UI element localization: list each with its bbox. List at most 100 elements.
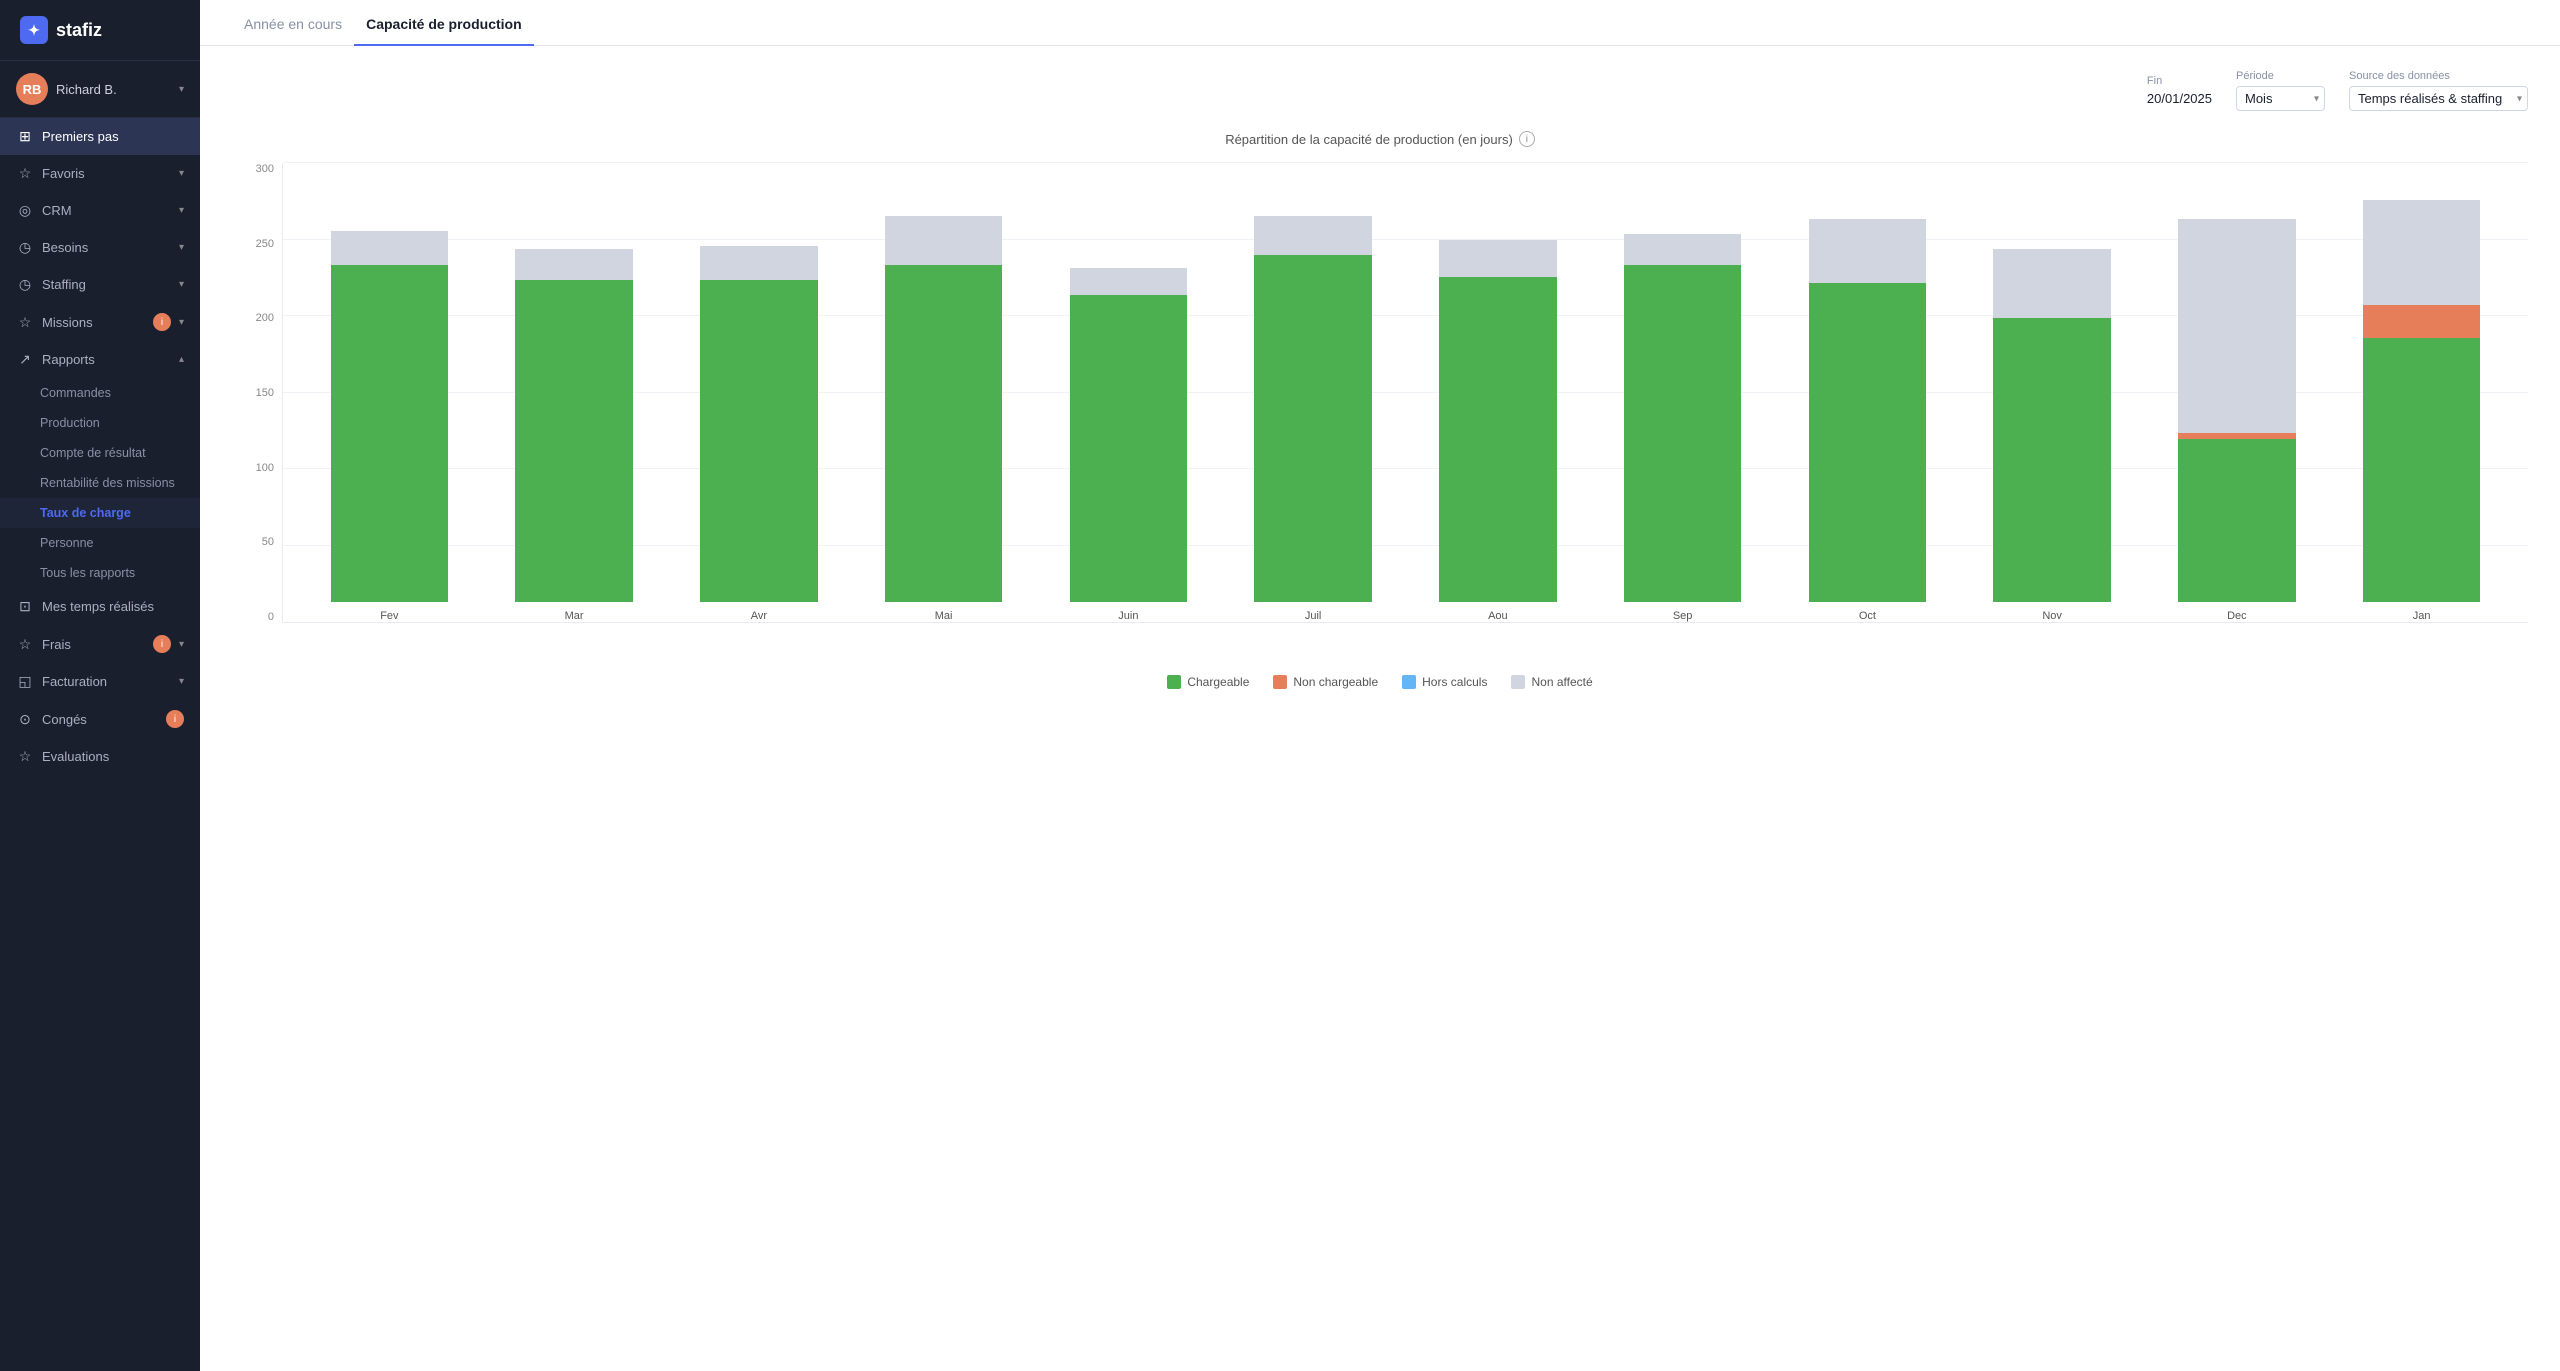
bar-seg-non-affecte <box>515 249 632 280</box>
chevron-down-icon: ▾ <box>179 317 184 328</box>
bar-stack <box>1809 219 1926 602</box>
legend-color-hors-calculs <box>1402 675 1416 689</box>
source-select[interactable]: Temps réalisés & staffing Temps réalisés… <box>2349 86 2528 111</box>
bar-seg-chargeable <box>1254 255 1371 602</box>
bar-seg-chargeable <box>1070 295 1187 602</box>
bar-seg-chargeable <box>515 280 632 602</box>
bar-group: Dec <box>2147 219 2328 622</box>
sidebar-item-label: Evaluations <box>42 749 184 764</box>
tab-annee[interactable]: Année en cours <box>232 0 354 46</box>
sidebar-item-favoris[interactable]: ☆ Favoris ▾ <box>0 155 200 192</box>
periode-select-wrapper[interactable]: Mois Semaine Trimestre <box>2236 86 2325 111</box>
clock-icon: ◷ <box>16 239 34 256</box>
circle-icon: ◎ <box>16 202 34 219</box>
chevron-down-icon: ▾ <box>179 676 184 687</box>
legend-hors-calculs: Hors calculs <box>1402 675 1487 689</box>
legend-non-chargeable: Non chargeable <box>1273 675 1378 689</box>
bar-stack <box>2178 219 2295 602</box>
sidebar-sub-item-tous-rapports[interactable]: Tous les rapports <box>0 558 200 588</box>
temps-icon: ⊡ <box>16 598 34 615</box>
sidebar-item-premiers-pas[interactable]: ⊞ Premiers pas <box>0 118 200 155</box>
fin-value: 20/01/2025 <box>2147 91 2212 106</box>
star-icon: ☆ <box>16 165 34 182</box>
app-logo: ✦ stafiz <box>0 0 200 61</box>
frais-badge: i <box>153 635 171 653</box>
sidebar-item-evaluations[interactable]: ☆ Evaluations <box>0 738 200 775</box>
chevron-down-icon: ▾ <box>179 84 184 95</box>
chevron-down-icon: ▾ <box>179 168 184 179</box>
sidebar-item-staffing[interactable]: ◷ Staffing ▾ <box>0 266 200 303</box>
sidebar-item-label: Mes temps réalisés <box>42 599 184 614</box>
sidebar-sub-item-compte-resultat[interactable]: Compte de résultat <box>0 438 200 468</box>
bar-month-label: Juil <box>1305 610 1322 622</box>
user-profile[interactable]: RB Richard B. ▾ <box>0 61 200 118</box>
bar-group: Juin <box>1038 268 1219 622</box>
y-label: 100 <box>256 462 274 474</box>
sidebar-item-rapports[interactable]: ↗ Rapports ▴ <box>0 341 200 378</box>
y-axis: 300250200150100500 <box>232 163 282 623</box>
sidebar-item-label: Missions <box>42 315 145 330</box>
bar-stack <box>1993 249 2110 602</box>
sidebar-item-crm[interactable]: ◎ CRM ▾ <box>0 192 200 229</box>
sidebar-item-missions[interactable]: ☆ Missions i ▾ <box>0 303 200 341</box>
bar-group: Jan <box>2331 200 2512 622</box>
source-select-wrapper[interactable]: Temps réalisés & staffing Temps réalisés… <box>2349 86 2528 111</box>
y-label: 200 <box>256 312 274 324</box>
grid-icon: ⊞ <box>16 128 34 145</box>
sidebar-item-label: Congés <box>42 712 158 727</box>
bar-stack <box>1439 240 1556 602</box>
avatar: RB <box>16 73 48 105</box>
conges-icon: ⊙ <box>16 711 34 728</box>
bar-seg-non-affecte <box>1809 219 1926 283</box>
chart-legend: Chargeable Non chargeable Hors calculs N… <box>232 675 2528 689</box>
sidebar-sub-item-taux-charge[interactable]: Taux de charge <box>0 498 200 528</box>
sidebar-sub-item-commandes[interactable]: Commandes <box>0 378 200 408</box>
periode-select[interactable]: Mois Semaine Trimestre <box>2236 86 2325 111</box>
bar-group: Juil <box>1223 216 1404 622</box>
sidebar-item-label: Besoins <box>42 240 171 255</box>
sidebar-sub-item-rentabilite[interactable]: Rentabilité des missions <box>0 468 200 498</box>
bar-group: Fev <box>299 231 480 622</box>
logo-icon: ✦ <box>20 16 48 44</box>
bar-month-label: Nov <box>2042 610 2062 622</box>
bar-stack <box>1254 216 1371 602</box>
bar-seg-chargeable <box>1993 318 2110 602</box>
bar-seg-chargeable <box>700 280 817 602</box>
bar-stack <box>700 246 817 602</box>
bar-month-label: Oct <box>1859 610 1876 622</box>
sidebar-item-mes-temps[interactable]: ⊡ Mes temps réalisés <box>0 588 200 625</box>
bar-seg-non-affecte <box>1993 249 2110 318</box>
bar-stack <box>331 231 448 602</box>
bar-stack <box>885 216 1002 602</box>
legend-chargeable: Chargeable <box>1167 675 1249 689</box>
sidebar-item-conges[interactable]: ⊙ Congés i <box>0 700 200 738</box>
rapports-icon: ↗ <box>16 351 34 368</box>
info-icon: i <box>1519 131 1535 147</box>
tab-capacite[interactable]: Capacité de production <box>354 0 534 46</box>
chart-title: Répartition de la capacité de production… <box>232 131 2528 147</box>
sidebar-item-frais[interactable]: ☆ Frais i ▾ <box>0 625 200 663</box>
people-icon: ◷ <box>16 276 34 293</box>
y-label: 150 <box>256 387 274 399</box>
bar-chart: 300250200150100500FevMarAvrMaiJuinJuilAo… <box>232 163 2528 659</box>
sidebar-item-besoins[interactable]: ◷ Besoins ▾ <box>0 229 200 266</box>
source-label: Source des données <box>2349 70 2528 82</box>
legend-color-non-affecte <box>1511 675 1525 689</box>
legend-color-non-chargeable <box>1273 675 1287 689</box>
missions-icon: ☆ <box>16 314 34 331</box>
legend-non-affecte: Non affecté <box>1511 675 1592 689</box>
chart-container: Fin 20/01/2025 Période Mois Semaine Trim… <box>200 46 2560 1371</box>
bar-month-label: Dec <box>2227 610 2247 622</box>
bar-seg-non-affecte <box>1070 268 1187 296</box>
sidebar-sub-item-production[interactable]: Production <box>0 408 200 438</box>
sidebar-item-facturation[interactable]: ◱ Facturation ▾ <box>0 663 200 700</box>
tabs-bar: Année en cours Capacité de production <box>200 0 2560 46</box>
y-label: 250 <box>256 238 274 250</box>
bar-seg-chargeable <box>2363 338 2480 602</box>
legend-color-chargeable <box>1167 675 1181 689</box>
bar-stack <box>2363 200 2480 602</box>
bar-month-label: Fev <box>380 610 398 622</box>
bar-group: Aou <box>1408 240 1589 622</box>
sidebar-sub-item-personne[interactable]: Personne <box>0 528 200 558</box>
sidebar-item-label: Staffing <box>42 277 171 292</box>
